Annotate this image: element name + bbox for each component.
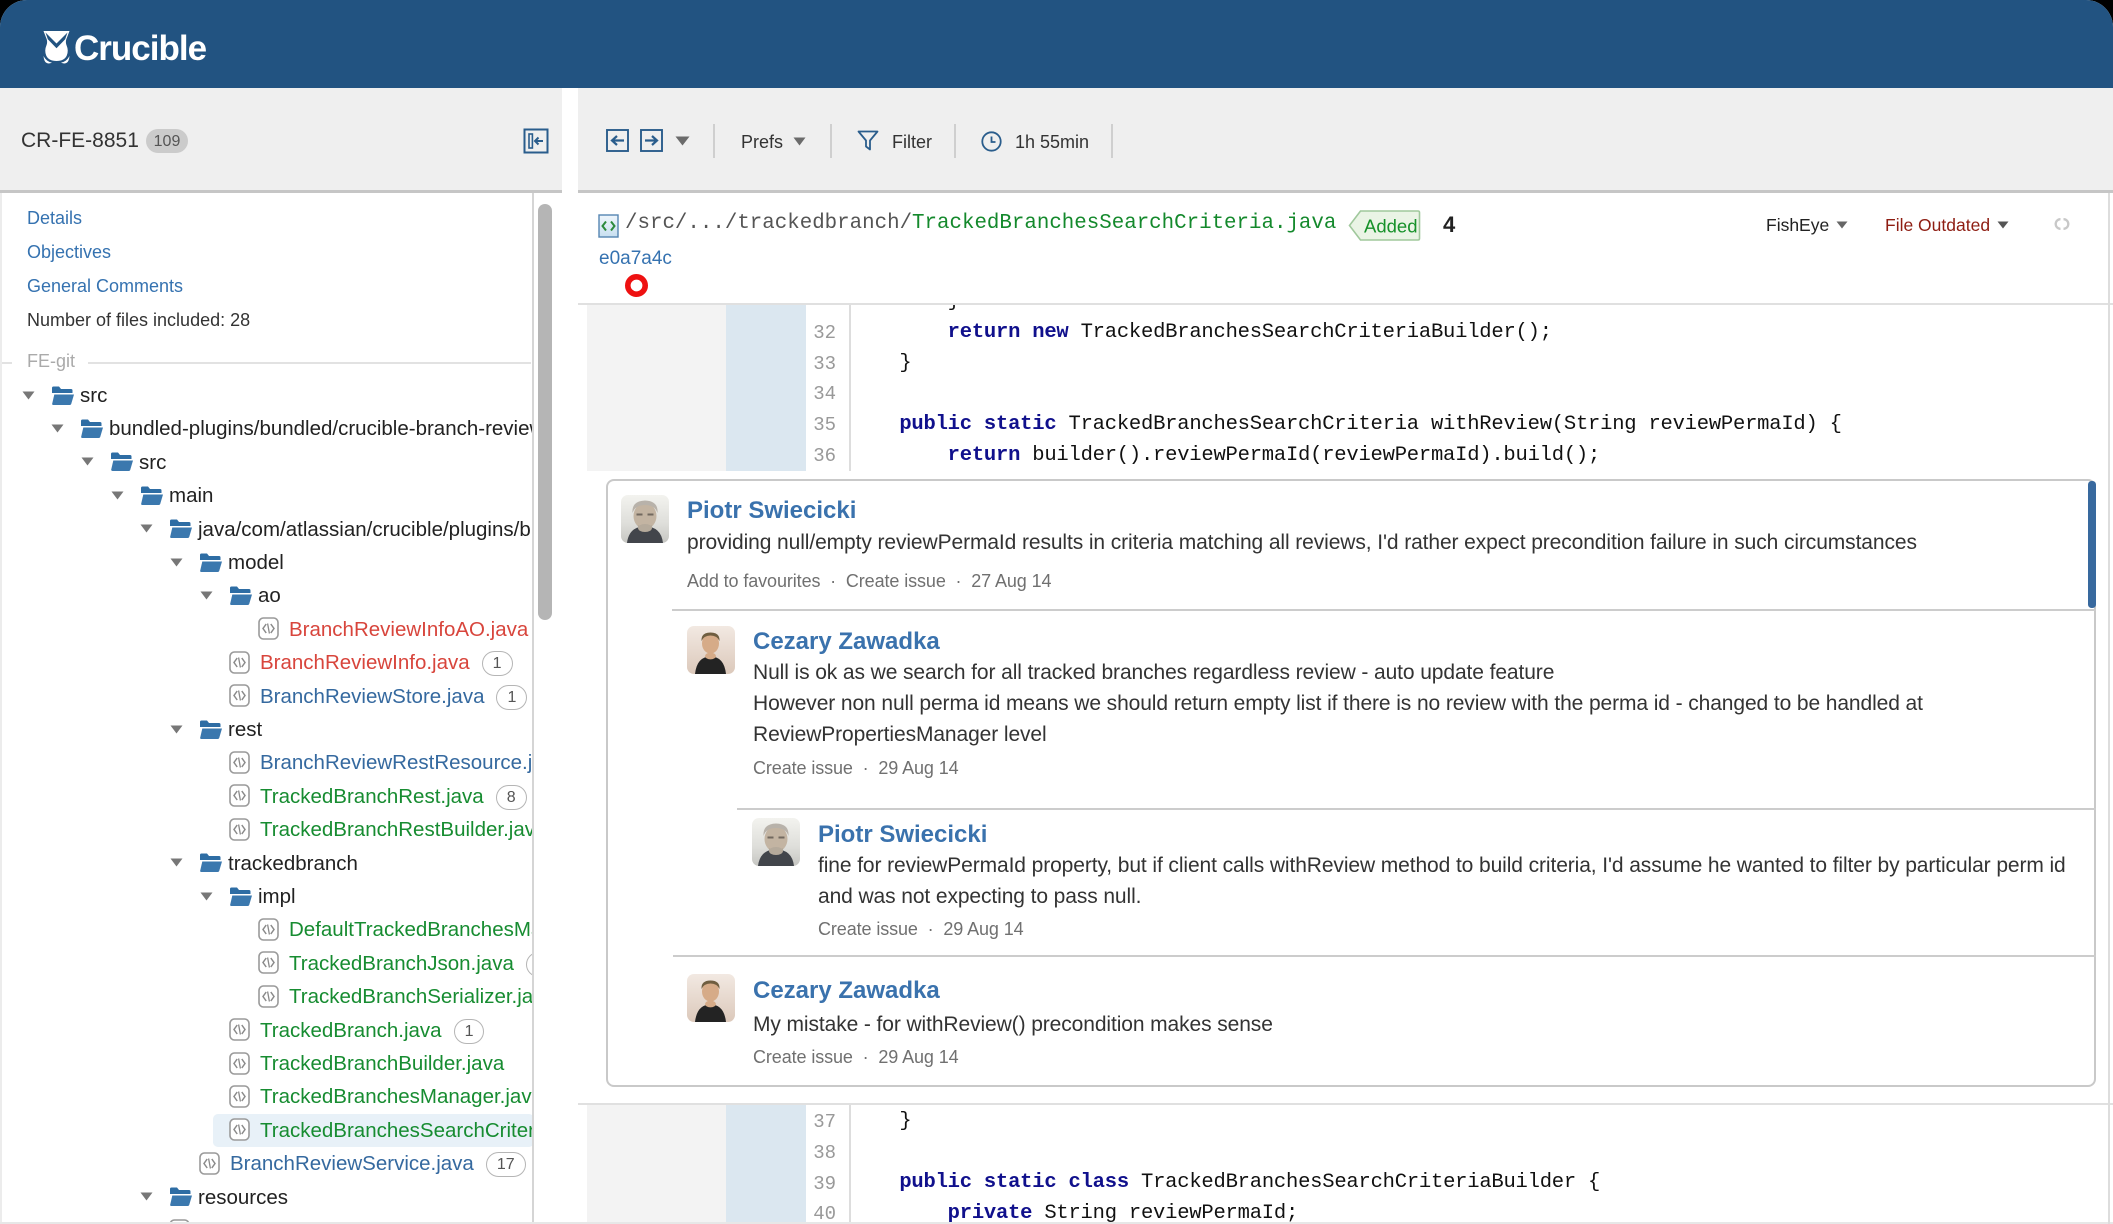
svg-text:Added: Added — [1364, 216, 1418, 237]
